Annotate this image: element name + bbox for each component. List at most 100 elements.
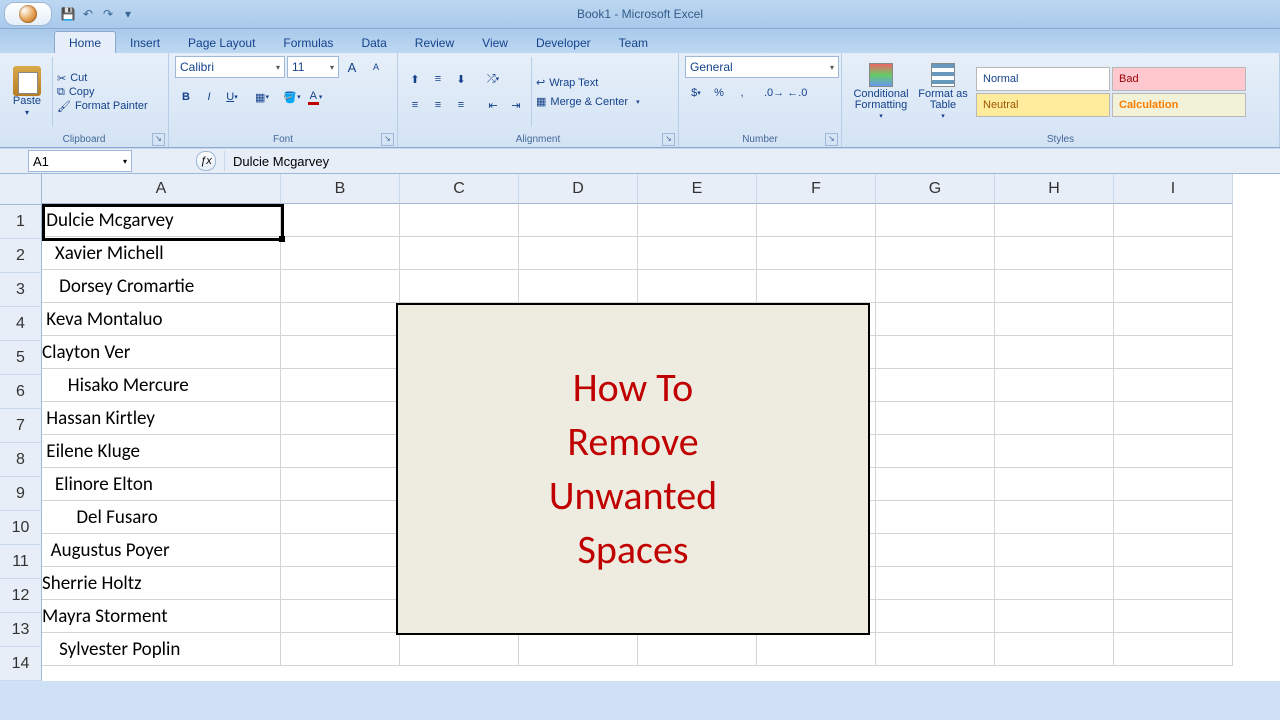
cell[interactable] (995, 204, 1114, 237)
number-format-combo[interactable]: General▾ (685, 56, 839, 78)
cell[interactable] (876, 468, 995, 501)
cell[interactable] (876, 633, 995, 666)
cell[interactable] (400, 204, 519, 237)
bold-button[interactable]: B (175, 86, 197, 108)
cell[interactable]: Sherrie Holtz (42, 567, 281, 600)
tab-data[interactable]: Data (347, 32, 400, 53)
tab-view[interactable]: View (468, 32, 522, 53)
cell[interactable] (400, 633, 519, 666)
cell[interactable] (876, 534, 995, 567)
cell[interactable] (876, 204, 995, 237)
cell[interactable] (876, 237, 995, 270)
cell[interactable] (995, 336, 1114, 369)
fx-icon[interactable]: ƒx (196, 151, 216, 171)
cell[interactable] (1114, 468, 1233, 501)
cell[interactable] (638, 237, 757, 270)
cell[interactable] (995, 567, 1114, 600)
cell[interactable] (995, 633, 1114, 666)
merge-center-button[interactable]: ▦Merge & Center▾ (536, 95, 640, 108)
cell[interactable] (281, 501, 400, 534)
select-all-button[interactable] (0, 174, 42, 205)
tab-insert[interactable]: Insert (116, 32, 174, 53)
tab-developer[interactable]: Developer (522, 32, 605, 53)
align-bottom-button[interactable]: ⬇ (450, 68, 472, 90)
cell[interactable] (876, 402, 995, 435)
font-name-combo[interactable]: Calibri▾ (175, 56, 285, 78)
cell[interactable] (876, 336, 995, 369)
cell[interactable] (1114, 270, 1233, 303)
currency-button[interactable]: $▾ (685, 82, 707, 104)
cell[interactable] (400, 237, 519, 270)
tab-review[interactable]: Review (401, 32, 468, 53)
tab-page-layout[interactable]: Page Layout (174, 32, 269, 53)
cell[interactable] (876, 303, 995, 336)
cell[interactable] (638, 270, 757, 303)
cell[interactable] (995, 237, 1114, 270)
clipboard-launcher-icon[interactable]: ↘ (152, 133, 165, 146)
column-headers[interactable]: ABCDEFGHI (42, 174, 1280, 204)
column-header[interactable]: F (757, 174, 876, 204)
cell[interactable]: Elinore Elton (42, 468, 281, 501)
row-header[interactable]: 1 (0, 205, 42, 239)
cell[interactable]: Del Fusaro (42, 501, 281, 534)
cell[interactable]: Dulcie Mcgarvey (42, 204, 281, 237)
row-header[interactable]: 10 (0, 511, 42, 545)
overlay-textbox[interactable]: How To Remove Unwanted Spaces (396, 303, 870, 635)
cell[interactable] (281, 567, 400, 600)
grow-font-button[interactable]: A (341, 56, 363, 78)
cell[interactable] (876, 270, 995, 303)
cell[interactable] (995, 303, 1114, 336)
align-middle-button[interactable]: ≡ (427, 68, 449, 90)
cell[interactable] (519, 633, 638, 666)
cell[interactable] (995, 600, 1114, 633)
column-header[interactable]: C (400, 174, 519, 204)
number-launcher-icon[interactable]: ↘ (825, 133, 838, 146)
align-top-button[interactable]: ⬆ (404, 68, 426, 90)
cell[interactable] (995, 468, 1114, 501)
cell[interactable]: Hisako Mercure (42, 369, 281, 402)
cell[interactable] (281, 633, 400, 666)
style-neutral[interactable]: Neutral (976, 93, 1110, 117)
formula-input[interactable]: Dulcie Mcgarvey (224, 151, 1280, 171)
cell[interactable]: Augustus Poyer (42, 534, 281, 567)
underline-button[interactable]: U▾ (221, 86, 243, 108)
cell[interactable] (1114, 237, 1233, 270)
column-header[interactable]: D (519, 174, 638, 204)
cell[interactable] (1114, 336, 1233, 369)
cell[interactable]: Xavier Michell (42, 237, 281, 270)
office-button[interactable] (4, 2, 52, 26)
column-header[interactable]: G (876, 174, 995, 204)
cell[interactable]: Eilene Kluge (42, 435, 281, 468)
font-color-button[interactable]: A▾ (304, 86, 326, 108)
cell[interactable] (638, 204, 757, 237)
row-header[interactable]: 9 (0, 477, 42, 511)
cell[interactable] (995, 501, 1114, 534)
cell[interactable] (281, 369, 400, 402)
increase-indent-button[interactable]: ⇥ (505, 94, 527, 116)
cell[interactable] (757, 270, 876, 303)
cell[interactable]: Hassan Kirtley (42, 402, 281, 435)
worksheet-grid[interactable]: 1234567891011121314 ABCDEFGHI Dulcie Mcg… (0, 174, 1280, 681)
undo-icon[interactable]: ↶ (80, 6, 96, 22)
cell[interactable] (1114, 204, 1233, 237)
style-bad[interactable]: Bad (1112, 67, 1246, 91)
align-right-button[interactable]: ≡ (450, 94, 472, 116)
cell[interactable] (1114, 633, 1233, 666)
cell[interactable]: Clayton Ver (42, 336, 281, 369)
cell[interactable] (519, 270, 638, 303)
cell[interactable] (995, 369, 1114, 402)
decrease-decimal-button[interactable]: ←.0 (786, 82, 808, 104)
name-box[interactable]: A1▾ (28, 150, 132, 172)
cell-styles-gallery[interactable]: Normal Bad Neutral Calculation (976, 67, 1246, 117)
cell[interactable] (1114, 435, 1233, 468)
orientation-button[interactable]: ⤮▾ (482, 68, 504, 90)
fill-color-button[interactable]: 🪣▾ (281, 86, 303, 108)
cell[interactable] (876, 435, 995, 468)
row-header[interactable]: 3 (0, 273, 42, 307)
conditional-formatting-button[interactable]: Conditional Formatting▾ (848, 63, 914, 122)
decrease-indent-button[interactable]: ⇤ (482, 94, 504, 116)
row-header[interactable]: 5 (0, 341, 42, 375)
cell[interactable] (281, 237, 400, 270)
increase-decimal-button[interactable]: .0→ (763, 82, 785, 104)
cell[interactable]: Keva Montaluo (42, 303, 281, 336)
